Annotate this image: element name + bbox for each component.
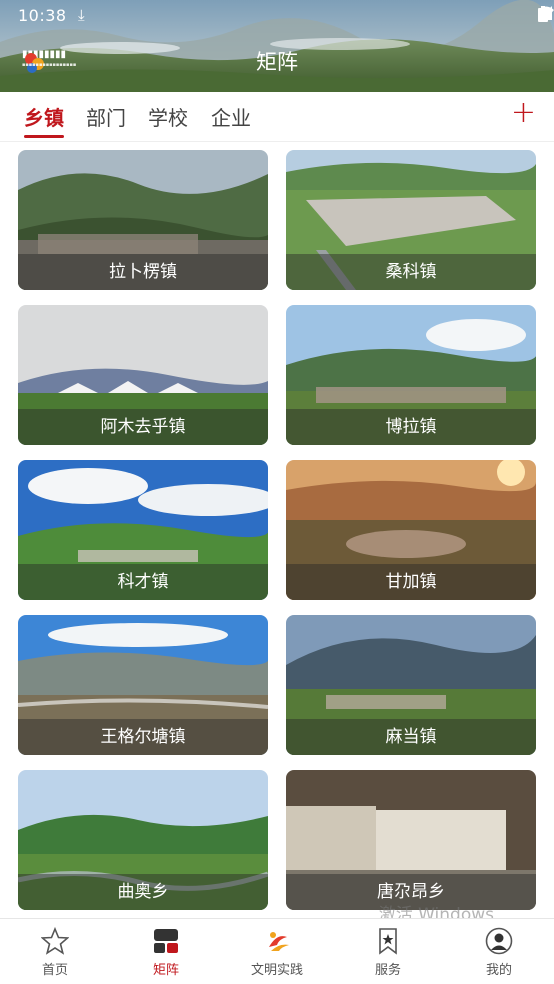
flame-logo-icon: [269, 932, 289, 951]
star-icon: [41, 927, 69, 955]
card-label: 曲奥乡: [18, 874, 268, 910]
card-label: 阿木去乎镇: [18, 409, 268, 445]
card-wanggeertang[interactable]: 王格尔塘镇: [18, 615, 268, 755]
tab-township[interactable]: 乡镇: [24, 102, 64, 131]
card-label: 唐尕昂乡: [286, 874, 536, 910]
card-label: 博拉镇: [286, 409, 536, 445]
active-tab-indicator: [24, 135, 64, 138]
card-sangke[interactable]: 桑科镇: [286, 150, 536, 290]
nav-service-label: 服务: [374, 963, 401, 978]
category-tabs: 乡镇 部门 学校 企业 +: [0, 92, 554, 142]
card-kecai[interactable]: 科才镇: [18, 460, 268, 600]
nav-matrix-label: 矩阵: [152, 963, 179, 978]
card-label: 甘加镇: [286, 564, 536, 600]
card-label: 科才镇: [18, 564, 268, 600]
card-bola[interactable]: 博拉镇: [286, 305, 536, 445]
status-time: 10:38: [18, 6, 67, 25]
card-ganjia[interactable]: 甘加镇: [286, 460, 536, 600]
card-labuleng[interactable]: 拉卜楞镇: [18, 150, 268, 290]
user-icon: [485, 927, 513, 955]
tab-enterprise[interactable]: 企业: [211, 102, 251, 131]
nav-matrix[interactable]: 矩阵: [126, 927, 206, 978]
card-label: 桑科镇: [286, 254, 536, 290]
header-banner: 10:38 ⤓ ▮▮▮▮▮▮▮▮ ▪▪▪▪▪▪▪▪▪▪▪▪▪▪▪▪ 矩阵: [0, 0, 554, 92]
nav-civilization[interactable]: 文明实践: [237, 927, 317, 978]
nav-mine-label: 我的: [485, 963, 512, 978]
bookmark-star-icon: [379, 928, 397, 955]
status-bar: 10:38 ⤓: [18, 6, 85, 25]
battery-icon: [538, 6, 548, 22]
card-quao[interactable]: 曲奥乡: [18, 770, 268, 910]
card-label: 拉卜楞镇: [18, 254, 268, 290]
card-label: 王格尔塘镇: [18, 719, 268, 755]
card-amuququhu[interactable]: 阿木去乎镇: [18, 305, 268, 445]
bottom-navigation: 首页 矩阵 文明实践 服务 我的: [0, 918, 554, 984]
nav-home-label: 首页: [41, 963, 68, 978]
nav-home[interactable]: 首页: [15, 927, 95, 978]
download-icon: ⤓: [78, 6, 85, 24]
page-title: 矩阵: [256, 50, 298, 74]
card-tangaang[interactable]: 唐尕昂乡: [286, 770, 536, 910]
plus-icon[interactable]: +: [511, 98, 536, 128]
tab-school[interactable]: 学校: [148, 102, 188, 131]
nav-service[interactable]: 服务: [348, 927, 428, 978]
card-madang[interactable]: 麻当镇: [286, 615, 536, 755]
nav-civilization-label: 文明实践: [250, 963, 303, 978]
tab-department[interactable]: 部门: [86, 102, 126, 131]
grid-icon: [154, 929, 178, 953]
nav-mine[interactable]: 我的: [459, 927, 539, 978]
card-label: 麻当镇: [286, 719, 536, 755]
